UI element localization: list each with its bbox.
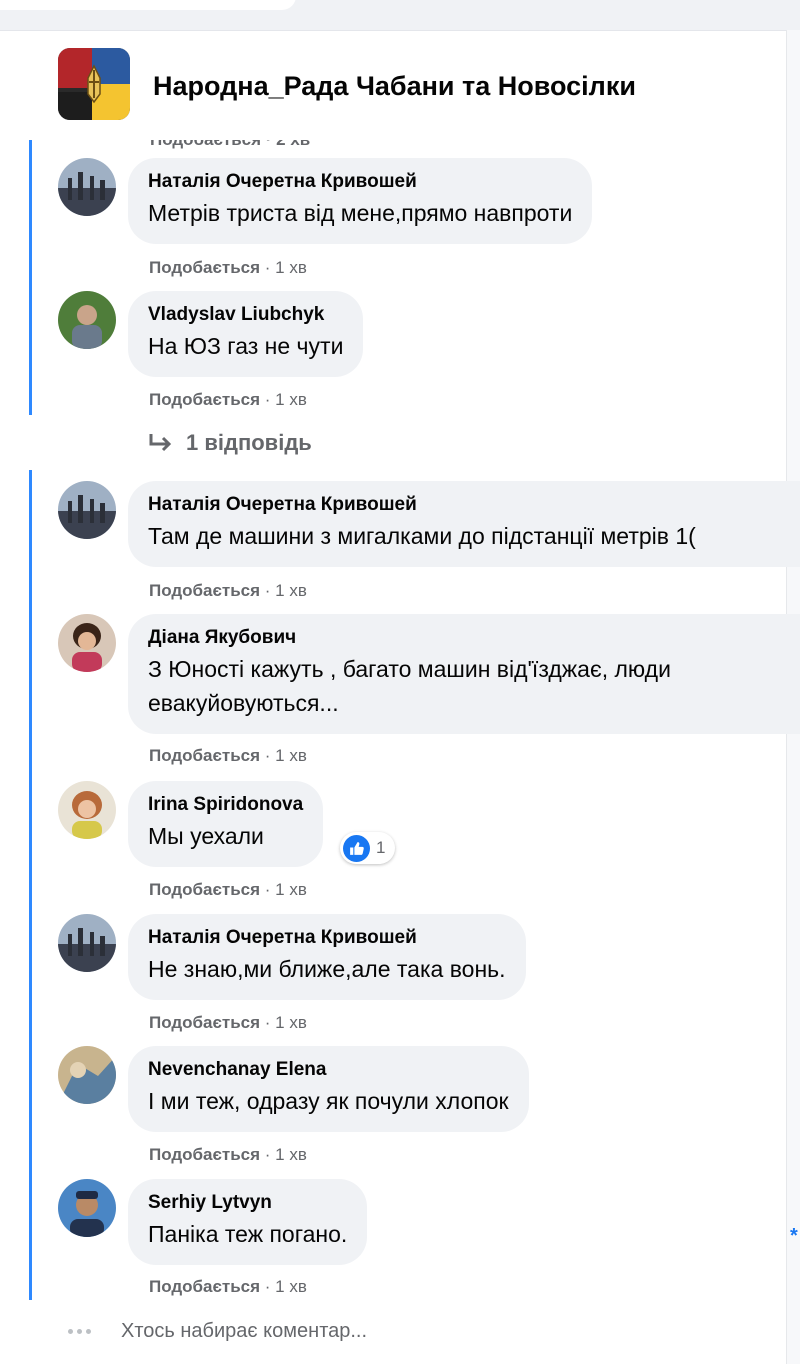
avatar[interactable]	[58, 158, 116, 216]
comment-bubble: Наталія Очеретна Кривошей Там де машини …	[128, 481, 800, 567]
comment-meta: Подобається · 1 хв	[149, 390, 307, 409]
comment-time[interactable]: 1 хв	[275, 390, 307, 409]
comment-text-line: евакуйовуються...	[148, 690, 339, 716]
thread-line	[29, 140, 32, 415]
edge-star-icon: *	[790, 1225, 798, 1247]
reply-arrow-icon	[149, 434, 172, 452]
avatar[interactable]	[58, 781, 116, 839]
comment-bubble: Наталія Очеретна Кривошей Метрів триста …	[128, 158, 593, 244]
like-button[interactable]: Подобається	[149, 581, 260, 600]
thumbs-up-icon	[343, 834, 370, 862]
avatar[interactable]	[58, 914, 116, 972]
comment-bubble: Serhiy Lytvyn Паніка теж погано.	[128, 1179, 368, 1265]
comment-text: Не знаю,ми ближе,але така вонь.	[148, 956, 506, 982]
comment-bubble: Наталія Очеретна Кривошей Не знаю,ми бли…	[128, 914, 526, 1000]
view-replies-link[interactable]: 1 відповідь	[148, 430, 312, 456]
like-button[interactable]: Подобається	[149, 390, 260, 409]
like-button[interactable]: Подобається	[149, 880, 260, 899]
avatar[interactable]	[58, 291, 116, 349]
thread-line	[29, 470, 32, 1300]
avatar[interactable]	[58, 1046, 116, 1104]
avatar[interactable]	[58, 481, 116, 539]
comment-text: Мы уехали	[148, 823, 264, 849]
avatar[interactable]	[58, 614, 116, 672]
comment-time[interactable]: 1 хв	[275, 258, 307, 277]
comment-meta: Подобається · 1 хв	[149, 258, 307, 277]
comment-author[interactable]: Vladyslav Liubchyk	[148, 303, 343, 327]
comment-bubble: Irina Spiridonova Мы уехали	[128, 781, 324, 867]
group-name[interactable]: Народна_Рада Чабани та Новосілки	[153, 71, 636, 102]
comment-author[interactable]: Діана Якубович	[148, 626, 780, 650]
typing-indicator: Хтось набирає коментар...	[68, 1320, 367, 1343]
comment-meta: Подобається · 1 хв	[149, 581, 307, 600]
like-button[interactable]: Подобається	[149, 258, 260, 277]
comment-text: Паніка теж погано.	[148, 1221, 348, 1247]
comment-bubble: Nevenchanay Elena І ми теж, одразу як по…	[128, 1046, 529, 1132]
comment-time[interactable]: 1 хв	[275, 1145, 307, 1164]
typing-text: Хтось набирає коментар...	[121, 1320, 368, 1342]
comment-author[interactable]: Наталія Очеретна Кривошей	[148, 926, 506, 950]
comment-time[interactable]: 1 хв	[275, 1277, 307, 1296]
comment-meta: Подобається · 1 хв	[149, 1013, 307, 1032]
like-button[interactable]: Подобається	[149, 1277, 260, 1296]
comment-text-line: З Юності кажуть , багато машин від'їзджа…	[148, 656, 671, 682]
comment-meta: Подобається · 1 хв	[149, 1145, 307, 1164]
group-header: Народна_Рада Чабани та Новосілки	[0, 30, 786, 140]
comment-author[interactable]: Serhiy Lytvyn	[148, 1191, 347, 1215]
like-button[interactable]: Подобається	[149, 746, 260, 765]
comment-time[interactable]: 1 хв	[275, 581, 307, 600]
avatar[interactable]	[58, 1179, 116, 1237]
comment-author[interactable]: Наталія Очеретна Кривошей	[148, 170, 572, 194]
comment-meta: Подобається · 1 хв	[149, 1277, 307, 1296]
comment-author[interactable]: Irina Spiridonova	[148, 793, 303, 817]
like-button[interactable]: Подобається	[149, 1013, 260, 1032]
reply-count-label[interactable]: 1 відповідь	[186, 430, 312, 456]
reaction-summary[interactable]: 1	[340, 832, 396, 864]
comment-author[interactable]: Nevenchanay Elena	[148, 1058, 509, 1082]
comment-text: І ми теж, одразу як почули хлопок	[148, 1088, 509, 1114]
comment-author[interactable]: Наталія Очеретна Кривошей	[148, 493, 780, 517]
group-avatar[interactable]	[58, 48, 130, 120]
comment-time[interactable]: 1 хв	[275, 1013, 307, 1032]
comment-meta: Подобається · 1 хв	[149, 746, 307, 765]
comment-time[interactable]: 1 хв	[275, 880, 307, 899]
comment-text: На ЮЗ газ не чути	[148, 333, 344, 359]
comment-time[interactable]: 1 хв	[275, 746, 307, 765]
like-button[interactable]: Подобається	[149, 1145, 260, 1164]
comment-meta: Подобається · 1 хв	[149, 880, 307, 899]
comment-bubble: Діана Якубович З Юності кажуть , багато …	[128, 614, 800, 734]
reaction-count: 1	[376, 838, 386, 857]
comment-bubble: Vladyslav Liubchyk На ЮЗ газ не чути	[128, 291, 364, 377]
top-input-edge	[0, 0, 296, 10]
comment-text: Метрів триста від мене,прямо навпроти	[148, 200, 573, 226]
comment-text: Там де машини з мигалками до підстанції …	[148, 523, 696, 549]
typing-dots-icon	[68, 1329, 91, 1334]
